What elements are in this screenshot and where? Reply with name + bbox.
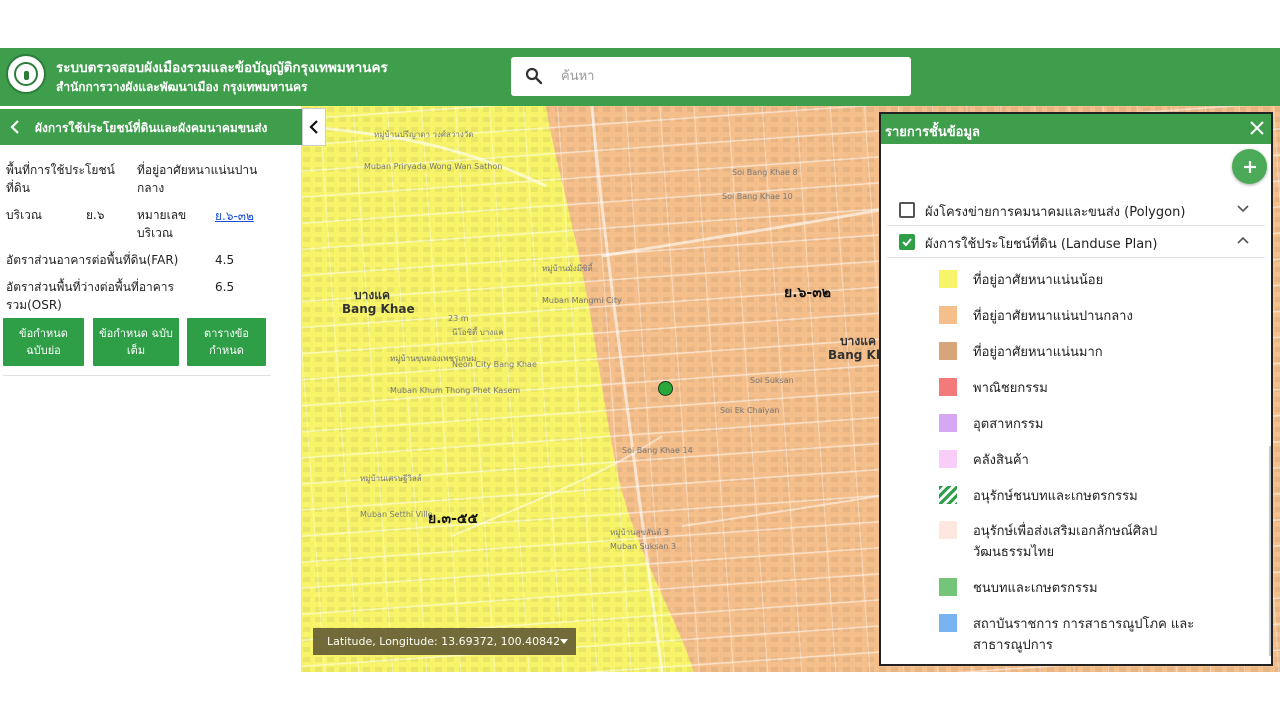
zone-value: ย.๖: [86, 208, 105, 222]
map-elevation: 23 m: [448, 314, 469, 323]
map-place: Muban Priryada Wong Wan Sathon: [364, 162, 503, 171]
legend-swatch: [939, 486, 957, 504]
plus-icon: [1243, 160, 1256, 173]
legend-label: อนุรักษ์เพื่อส่งเสริมเอกลักษณ์ศิลปวัฒนธร…: [973, 524, 1158, 560]
coordinates-readout[interactable]: Latitude, Longitude: 13.69372, 100.40842: [313, 628, 576, 655]
layers-panel-header: รายการชั้นข้อมูล: [881, 114, 1271, 144]
legend-swatch: [939, 378, 957, 396]
close-icon[interactable]: [1249, 120, 1265, 136]
legend-swatch: [939, 270, 957, 288]
legend-label: สถาบันราชการ การสาธารณูปโภค และสาธารณูปก…: [973, 617, 1195, 653]
map-street: Soi Bang Khae 14: [622, 446, 693, 455]
map-place: หมู่บ้านมั่งมีซิตี้: [542, 264, 593, 273]
map-street: Soi Bang Khae 10: [722, 192, 793, 201]
landuse-label: พื้นที่การใช้ประโยชน์ที่ดิน: [6, 163, 115, 195]
legend-swatch: [939, 614, 957, 632]
zone-code-label: ย.๖-๓๒: [784, 285, 832, 301]
map-place: Muban Mangmi City: [542, 296, 622, 305]
regulation-table-button[interactable]: ตารางข้อ กำหนด: [187, 318, 266, 366]
search-box[interactable]: [511, 57, 911, 96]
layer-label: ผังการใช้ประโยชน์ที่ดิน (Landuse Plan): [925, 237, 1158, 252]
legend-label: พาณิชยกรรม: [973, 381, 1048, 396]
legend-swatch: [939, 414, 957, 432]
info-panel: ผังการใช้ประโยชน์ที่ดินและผังคมนาคมขนส่ง…: [0, 106, 302, 672]
layers-panel-title: รายการชั้นข้อมูล: [885, 125, 980, 140]
chevron-down-icon[interactable]: [1237, 203, 1249, 215]
legend-swatch: [939, 342, 957, 360]
legend-swatch: [939, 306, 957, 324]
legend-label: อุตสาหกรรม: [973, 417, 1044, 432]
legend-label: ที่อยู่อาศัยหนาแน่นน้อย: [973, 273, 1104, 288]
map-street: Soi Ek Chaiyan: [720, 406, 780, 415]
divider: [3, 375, 271, 376]
app: ระบบตรวจสอบผังเมืองรวมและข้อบัญญัติกรุงเ…: [0, 0, 1280, 720]
zone-number-link[interactable]: ย.๖-๓๒: [215, 207, 254, 226]
map-place: หมู่บ้านเศรษฐีวิลล์: [360, 474, 422, 483]
map-street: Soi Bang Khae 8: [732, 168, 798, 177]
zone-label: บริเวณ: [6, 208, 43, 222]
osr-value: 6.5: [215, 280, 235, 294]
osr-label: อัตราส่วนพื้นที่ว่างต่อพื้นที่อาคารรวม(O…: [6, 280, 174, 312]
map-place: นีโอซิตี้ บางแค: [452, 328, 504, 337]
legend-swatch: [939, 450, 957, 468]
map-place: Muban Khum Thong Phet Kasem: [390, 386, 521, 395]
layer-checkbox[interactable]: [899, 234, 915, 250]
caret-down-icon[interactable]: [560, 639, 568, 644]
search-icon[interactable]: [525, 67, 543, 85]
chevron-left-icon[interactable]: [6, 118, 24, 136]
legend-label: ที่อยู่อาศัยหนาแน่นปานกลาง: [973, 309, 1133, 324]
layer-label: ผังโครงข่ายการคมนาคมและขนส่ง (Polygon): [925, 205, 1186, 220]
map-place: Muban Setthi Ville: [360, 510, 433, 519]
scrollbar[interactable]: [1269, 446, 1271, 656]
district-label-en-2: Bang Kh: [828, 348, 885, 362]
app-subtitle: สำนักการวางผังและพัฒนาเมือง กรุงเทพมหานค…: [56, 80, 308, 94]
info-panel-title: ผังการใช้ประโยชน์ที่ดินและผังคมนาคมขนส่ง: [35, 121, 268, 135]
layers-panel: รายการชั้นข้อมูล ผังโครงข่ายการคมนาคมและ…: [879, 112, 1273, 666]
legend-swatch: [939, 578, 957, 596]
info-panel-header: ผังการใช้ประโยชน์ที่ดินและผังคมนาคมขนส่ง: [0, 109, 302, 145]
search-input[interactable]: [561, 65, 891, 87]
layer-checkbox[interactable]: [899, 202, 915, 218]
chevron-left-icon: [309, 120, 318, 134]
map-street: Soi Suksan: [750, 376, 794, 385]
far-label: อัตราส่วนอาคารต่อพื้นที่ดิน(FAR): [6, 253, 179, 267]
far-value: 4.5: [215, 253, 235, 267]
check-icon: [902, 238, 912, 247]
legend-swatch: [939, 521, 957, 539]
top-header: ระบบตรวจสอบผังเมืองรวมและข้อบัญญัติกรุงเ…: [0, 48, 1280, 106]
coordinates-text: Latitude, Longitude: 13.69372, 100.40842: [327, 635, 561, 648]
add-layer-button[interactable]: [1232, 149, 1267, 184]
map-place: หมู่บ้านสุขสันต์ 3: [610, 528, 670, 537]
legend-label: ที่อยู่อาศัยหนาแน่นมาก: [973, 345, 1103, 360]
zone-number-label: หมายเลขบริเวณ: [137, 208, 187, 240]
legend-label: อนุรักษ์ชนบทและเกษตรกรรม: [973, 489, 1138, 504]
map-place: Muban Suksan 3: [610, 542, 677, 551]
bma-logo: [6, 54, 46, 94]
chevron-up-icon[interactable]: [1237, 235, 1249, 247]
collapse-panel-button[interactable]: [302, 108, 326, 146]
map-place: หมู่บ้านขุนทองเพชรเกษม: [390, 354, 477, 363]
layer-row-transport[interactable]: ผังโครงข่ายการคมนาคมและขนส่ง (Polygon): [887, 194, 1265, 226]
district-label-en: Bang Khae: [342, 302, 415, 316]
location-marker[interactable]: [658, 381, 673, 396]
zone-code-label: ย.๓-๕๕: [428, 511, 479, 527]
full-regulation-button[interactable]: ข้อกำหนด ฉบับเต็ม: [93, 318, 179, 366]
legend-label: คลังสินค้า: [973, 453, 1029, 468]
layer-row-landuse[interactable]: ผังการใช้ประโยชน์ที่ดิน (Landuse Plan): [887, 226, 1265, 258]
legend-label: ชนบทและเกษตรกรรม: [973, 581, 1098, 596]
summary-regulation-button[interactable]: ข้อกำหนด ฉบับย่อ: [3, 318, 84, 366]
app-title: ระบบตรวจสอบผังเมืองรวมและข้อบัญญัติกรุงเ…: [56, 60, 388, 76]
map-place: หมู่บ้านปรีญาดา วงศ์สว่างวัด: [374, 130, 474, 139]
landuse-value: ที่อยู่อาศัยหนาแน่นปานกลาง: [137, 163, 258, 195]
